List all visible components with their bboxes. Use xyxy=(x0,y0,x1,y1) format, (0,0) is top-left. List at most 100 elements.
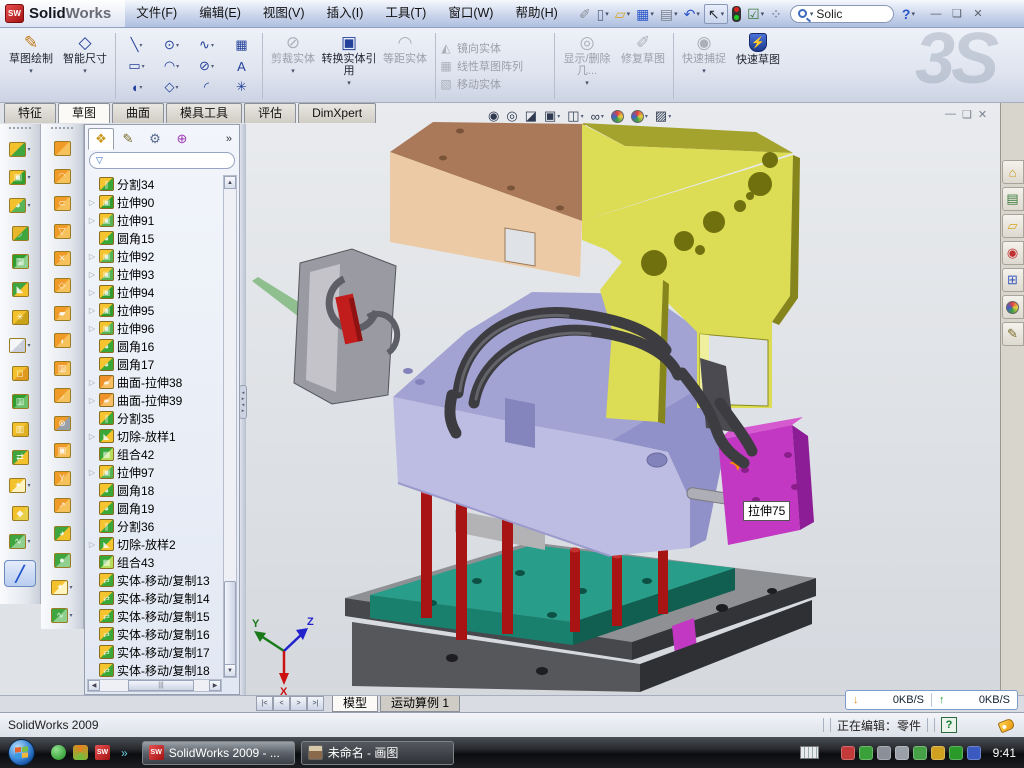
chevron-down-icon[interactable]: ▾ xyxy=(175,84,178,91)
zoom-to-fit-icon[interactable]: ◉ xyxy=(488,108,499,124)
tree-item[interactable]: ▷▣拉伸93 xyxy=(88,265,222,283)
scroll-up-arrow[interactable]: ▲ xyxy=(224,176,236,189)
chevron-down-icon[interactable]: ▾ xyxy=(27,482,30,489)
tree-item[interactable]: ▷▰曲面-拉伸38 xyxy=(88,373,222,391)
custom-properties-tab[interactable]: ✎ xyxy=(1002,322,1024,346)
features-icon-9[interactable]: ▥ xyxy=(12,387,29,415)
chevron-down-icon[interactable]: ▾ xyxy=(627,10,631,18)
sketch-entity-icon-3[interactable]: ▦ xyxy=(224,35,259,56)
tab-模具工具[interactable]: 模具工具 xyxy=(166,103,242,123)
undo-icon[interactable]: ↶▾ xyxy=(682,5,702,23)
features-icon-1[interactable]: ▣▾ xyxy=(9,163,30,191)
filter-input[interactable] xyxy=(107,154,253,168)
view-palette-tab[interactable]: ⊞ xyxy=(1002,268,1024,292)
tab-nav-button[interactable]: > xyxy=(290,696,307,711)
smart-dimension-button[interactable]: ◇ 智能尺寸▾ xyxy=(58,31,112,101)
display-delete-relations-button[interactable]: ◎ 显示/删除几...▾ xyxy=(558,31,616,101)
doc-restore-button[interactable]: ❏ xyxy=(962,108,972,121)
features-icon-6[interactable]: ✳ xyxy=(12,303,29,331)
menu-item[interactable]: 插入(I) xyxy=(316,0,375,27)
tag-icon[interactable] xyxy=(997,717,1015,733)
chevron-down-icon[interactable]: ▾ xyxy=(27,342,30,349)
new-document-icon[interactable]: ▯▾ xyxy=(595,5,611,23)
surfaces-icon-5[interactable]: ◇ xyxy=(54,272,71,299)
expand-arrow-icon[interactable]: ▷ xyxy=(88,252,96,261)
chevron-down-icon[interactable]: ▾ xyxy=(696,10,700,18)
chevron-down-icon[interactable]: ▾ xyxy=(69,584,72,591)
sketch-entity-icon-11[interactable]: ✳ xyxy=(224,77,259,98)
expand-arrow-icon[interactable]: ▷ xyxy=(88,378,96,387)
tree-item[interactable]: ⇄实体-移动/复制13 xyxy=(88,571,222,589)
view-settings-icon[interactable]: ▨▾ xyxy=(655,108,671,124)
chevron-down-icon[interactable]: ▾ xyxy=(27,146,30,153)
launcher-icon[interactable] xyxy=(73,745,88,760)
expand-arrow-icon[interactable]: ▷ xyxy=(88,468,96,477)
save-icon[interactable]: ▦▾ xyxy=(634,5,656,23)
expand-arrow-icon[interactable]: ▷ xyxy=(88,198,96,207)
tree-item[interactable]: ⇄实体-移动/复制15 xyxy=(88,607,222,625)
chevron-down-icon[interactable]: ▾ xyxy=(27,174,30,181)
part-top-plate[interactable] xyxy=(390,122,585,277)
chevron-down-icon[interactable]: ▾ xyxy=(27,538,30,545)
part-magenta-block[interactable] xyxy=(718,417,814,545)
menu-item[interactable]: 视图(V) xyxy=(252,0,316,27)
search-box[interactable]: ▾ Solic xyxy=(790,5,894,23)
tree-item[interactable]: ▷▣拉伸97 xyxy=(88,463,222,481)
chevron-down-icon[interactable]: ▾ xyxy=(605,10,609,18)
tray-icon-4[interactable] xyxy=(913,746,927,760)
features-icon-14[interactable]: ∿▾ xyxy=(9,527,30,555)
part-grey-clamp[interactable] xyxy=(294,249,397,404)
tab-DimXpert[interactable]: DimXpert xyxy=(298,103,376,123)
menu-item[interactable]: 窗口(W) xyxy=(437,0,504,27)
tray-icon-6[interactable] xyxy=(949,746,963,760)
surfaces-icon-13[interactable]: ↗ xyxy=(54,492,71,519)
search-input[interactable]: Solic xyxy=(816,7,842,21)
scroll-thumb[interactable] xyxy=(224,581,236,666)
input-method-icon[interactable] xyxy=(800,746,819,759)
chevron-down-icon[interactable]: ▾ xyxy=(761,10,765,18)
start-button[interactable] xyxy=(8,739,35,766)
edit-appearance-icon[interactable] xyxy=(611,110,624,123)
trim-entities-button[interactable]: ⊘ 剪裁实体▾ xyxy=(266,31,320,101)
view-orientation-icon[interactable]: ▣▾ xyxy=(544,108,560,124)
tray-icon-5[interactable] xyxy=(931,746,945,760)
doc-minimize-button[interactable]: — xyxy=(945,108,956,121)
expand-arrow-icon[interactable]: ▷ xyxy=(88,306,96,315)
quick-snaps-button[interactable]: ◉ 快速捕捉▾ xyxy=(677,31,731,101)
sketch-button[interactable]: ✎ 草图绘制▾ xyxy=(4,31,58,101)
expand-arrow-icon[interactable]: ▷ xyxy=(88,396,96,405)
tree-item[interactable]: ◕圆角15 xyxy=(88,229,222,247)
features-icon-13[interactable]: ◆ xyxy=(12,499,29,527)
traffic-light-icon[interactable] xyxy=(730,5,743,23)
tree-item[interactable]: ▷▣拉伸92 xyxy=(88,247,222,265)
quicklaunch-chevron[interactable]: » xyxy=(121,746,128,760)
chevron-down-icon[interactable]: ▾ xyxy=(211,42,214,49)
chevron-down-icon[interactable]: ▾ xyxy=(645,113,648,120)
chevron-down-icon[interactable]: ▾ xyxy=(176,63,179,70)
tree-item[interactable]: ◕圆角17 xyxy=(88,355,222,373)
stack-item[interactable]: ◭镜向实体 xyxy=(439,40,551,56)
scroll-down-arrow[interactable]: ▼ xyxy=(224,664,236,677)
print-icon[interactable]: ▤▾ xyxy=(658,5,680,23)
tab-模型[interactable]: 模型 xyxy=(332,696,378,712)
sketch-entity-icon-8[interactable]: ◖▾ xyxy=(119,77,154,98)
file-explorer-tab[interactable]: ▱ xyxy=(1002,214,1024,238)
chevron-down-icon[interactable]: ▾ xyxy=(650,10,654,18)
chevron-down-icon[interactable]: ▾ xyxy=(601,113,604,120)
tray-icon-0[interactable] xyxy=(841,746,855,760)
scroll-left-arrow[interactable]: ◀ xyxy=(88,680,100,691)
tray-icon-1[interactable] xyxy=(859,746,873,760)
tray-icon-7[interactable] xyxy=(967,746,981,760)
tree-horizontal-scrollbar[interactable]: ◀ ||| ▶ xyxy=(87,679,222,692)
features-icon-7[interactable]: ⁙▾ xyxy=(9,331,30,359)
chevron-down-icon[interactable]: ▾ xyxy=(139,42,142,49)
chevron-down-icon[interactable]: ▾ xyxy=(557,113,560,120)
select-cursor-icon[interactable]: ↖▾ xyxy=(704,4,728,24)
expand-arrow-icon[interactable]: ▷ xyxy=(88,270,96,279)
property-manager-tab[interactable]: ✎ xyxy=(115,128,141,150)
taskbar-button[interactable]: SWSolidWorks 2009 - ... xyxy=(142,741,295,765)
surfaces-icon-2[interactable]: ⊂ xyxy=(54,190,71,217)
panel-chevron[interactable]: » xyxy=(226,133,236,145)
rapid-sketch-button[interactable]: ⚡ 快速草图 xyxy=(731,31,785,101)
feature-tree-tab[interactable]: ❖ xyxy=(88,128,114,150)
